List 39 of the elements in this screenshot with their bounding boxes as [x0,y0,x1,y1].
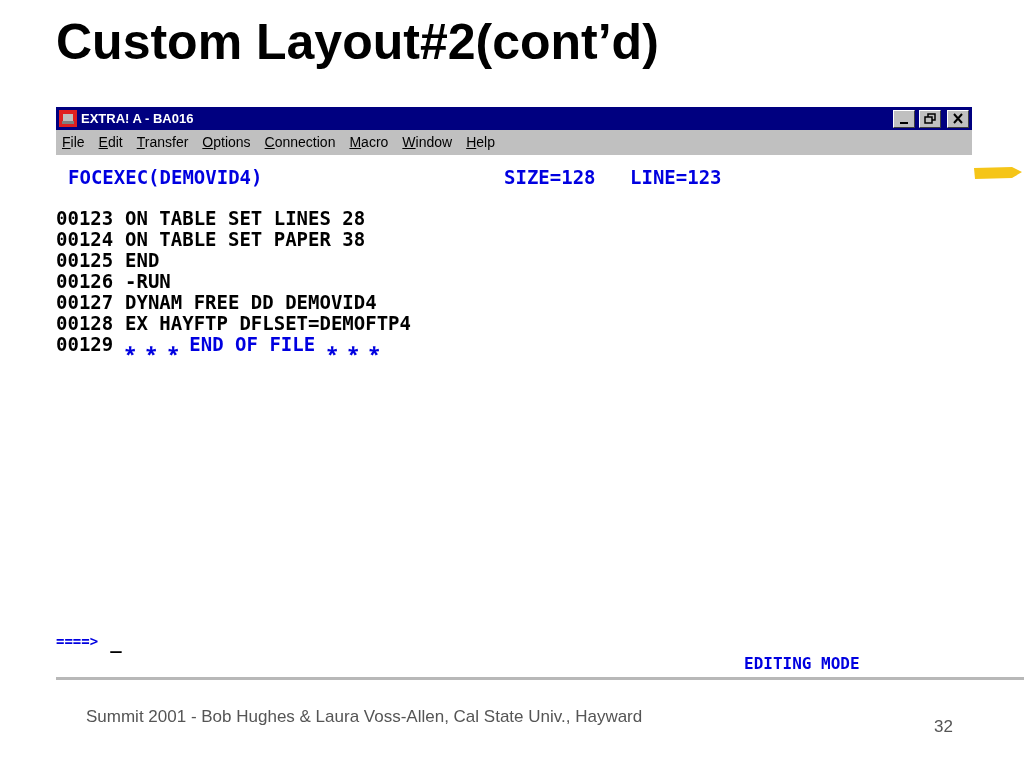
menu-item[interactable]: Window [402,132,453,153]
line-number: 00126 [56,271,115,292]
menu-item[interactable]: Macro [349,132,389,153]
line-number: 00123 [56,208,115,229]
file-name: FOCEXEC(DEMOVID4) [68,167,264,188]
size-indicator: SIZE=128 [504,167,597,188]
command-prompt: ====> [56,632,99,651]
code-line: ON TABLE SET PAPER 38 [125,229,366,250]
page-number: 32 [934,716,953,738]
end-of-file-marker: ⁎ ⁎ ⁎ END OF FILE ⁎ ⁎ ⁎ [125,334,380,355]
code-line: ON TABLE SET LINES 28 [125,208,366,229]
window-title: EXTRA! A - BA016 [81,109,195,128]
restore-icon [922,111,938,126]
close-button[interactable] [947,109,969,128]
minimize-icon [900,121,908,124]
line-number: 00125 [56,250,115,271]
menu-item[interactable]: Edit [98,132,123,153]
app-icon [59,110,77,127]
command-input[interactable]: _ [110,631,122,652]
line-number: 00127 [56,292,115,313]
menu-item[interactable]: File [62,132,85,153]
slide-title: Custom Layout#2(cont’d) [56,13,660,72]
menu-item[interactable]: Connection [264,132,336,153]
code-line: DYNAM FREE DD DEMOVID4 [125,292,377,313]
code-line: END [125,250,160,271]
menu-item[interactable]: Help [466,132,495,153]
status-text: EDITING MODE [744,653,860,674]
line-number: 00124 [56,229,115,250]
slide-footer: Summit 2001 - Bob Hughes & Laura Voss-Allen, Cal State Univ., Hayward [86,704,643,730]
code-line: -RUN [125,271,171,292]
line-number: 00129 [56,334,115,355]
line-number: 00128 [56,313,115,334]
close-icon [950,111,966,126]
restore-button[interactable] [919,109,941,128]
code-line: EX HAYFTP DFLSET=DEMOFTP4 [125,313,411,334]
minimize-button[interactable] [893,109,915,128]
line-indicator: LINE=123 [630,167,722,188]
menu-item[interactable]: Transfer [136,132,189,153]
menu-item[interactable]: Options [202,132,251,153]
